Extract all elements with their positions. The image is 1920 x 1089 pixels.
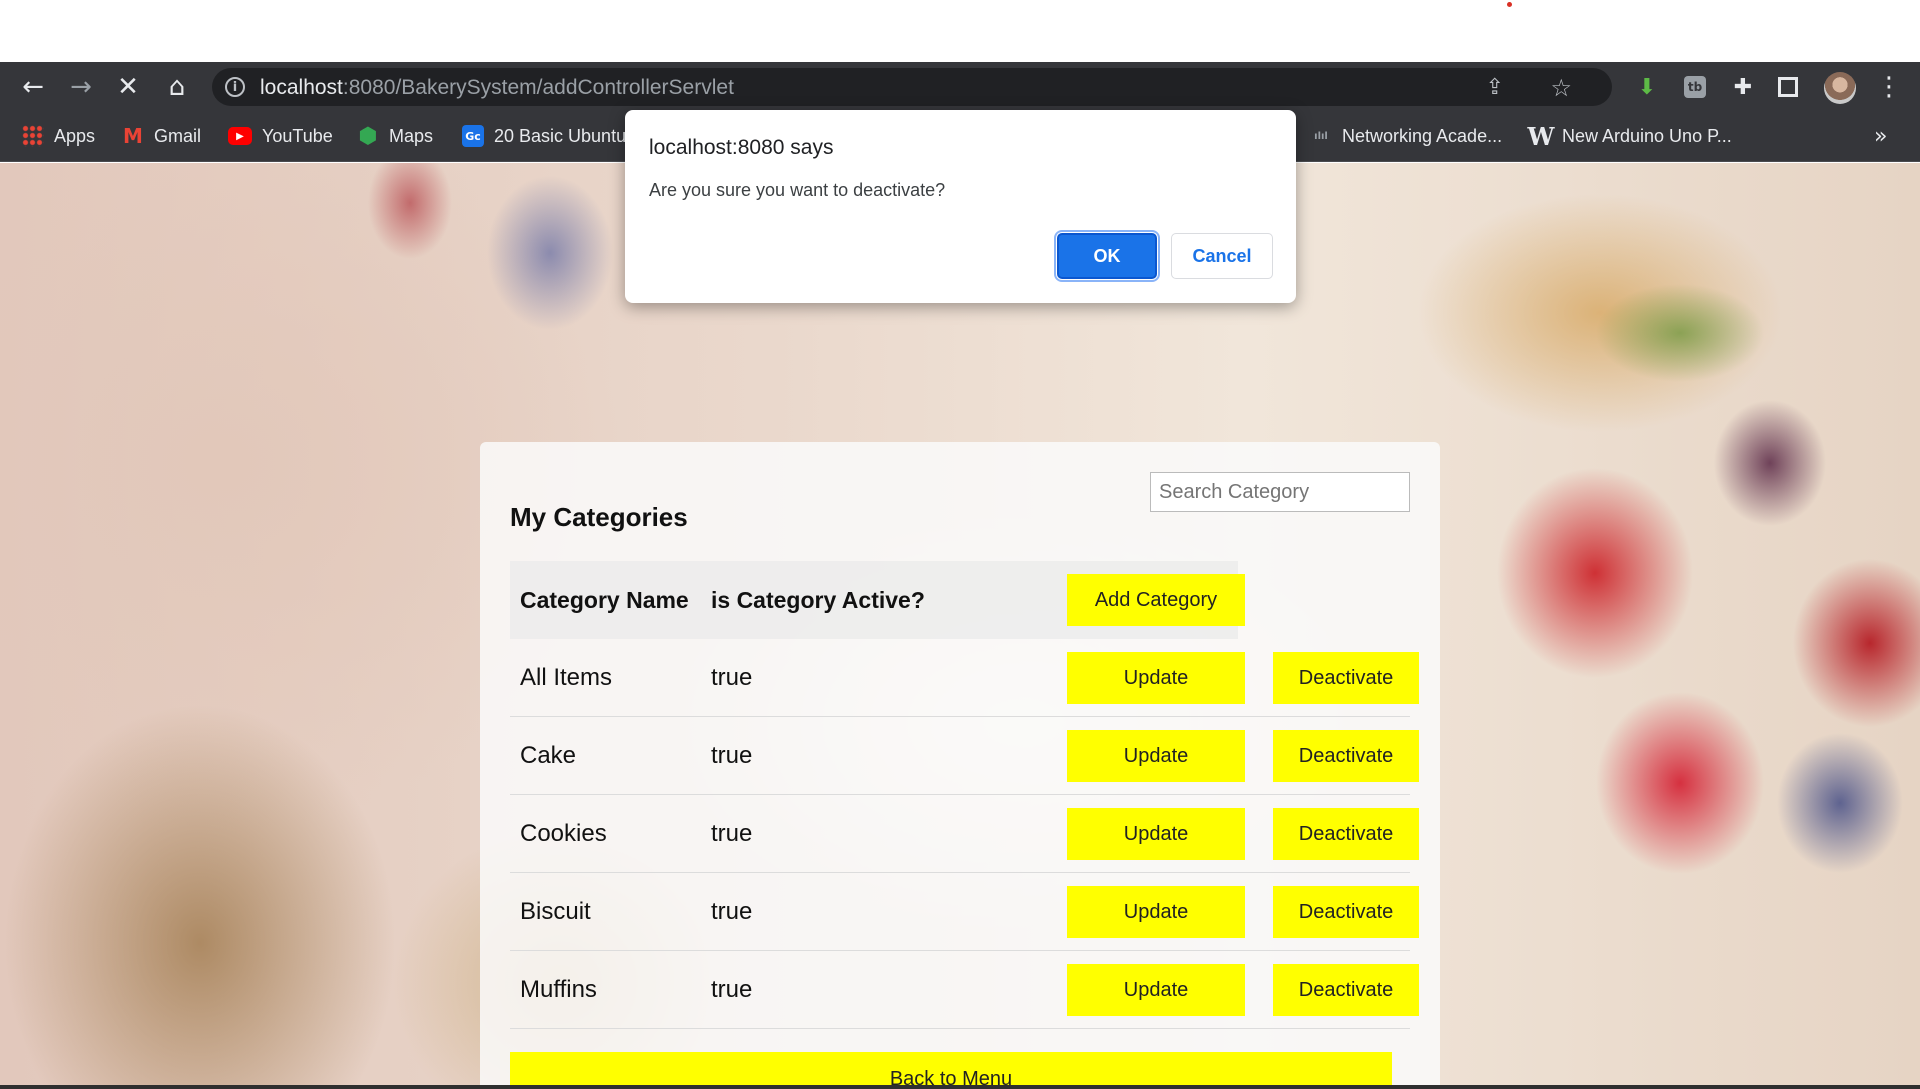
taskbar-edge	[0, 1085, 1920, 1089]
add-category-button[interactable]: Add Category	[1067, 574, 1245, 626]
cisco-icon: ılıl	[1314, 130, 1328, 142]
update-button[interactable]: Update	[1067, 652, 1245, 704]
category-active: true	[711, 742, 753, 769]
table-row: Cake true Update Deactivate	[510, 717, 1419, 795]
extensions-puzzle-icon[interactable]: ✚	[1730, 74, 1756, 100]
dialog-ok-button[interactable]: OK	[1054, 230, 1160, 282]
recording-dot	[1507, 2, 1512, 7]
confirm-dialog: localhost:8080 says Are you sure you wan…	[625, 110, 1296, 303]
table-header: Category Name is Category Active? Add Ca…	[510, 561, 1245, 639]
deactivate-button[interactable]: Deactivate	[1273, 730, 1419, 782]
category-name: Cookies	[520, 820, 607, 847]
more-bookmarks-chevron-icon[interactable]: »	[1874, 124, 1887, 149]
column-header-is-active: is Category Active?	[711, 586, 925, 613]
bookmark-youtube[interactable]: ▶ YouTube	[228, 122, 333, 150]
apps-grid-icon	[22, 125, 44, 147]
category-active: true	[711, 898, 753, 925]
page-title: My Categories	[510, 502, 688, 532]
column-header-category-name: Category Name	[520, 586, 689, 613]
url-text[interactable]: localhost:8080/BakerySystem/addControlle…	[260, 76, 734, 100]
home-icon[interactable]: ⌂	[162, 72, 192, 102]
gmail-icon: M	[123, 124, 143, 148]
bookmark-networking-academy[interactable]: ılıl Networking Acade...	[1310, 122, 1502, 150]
maps-icon: ⬢	[358, 123, 378, 149]
forward-arrow-icon[interactable]: →	[66, 72, 96, 102]
bookmark-ubuntu[interactable]: Gc 20 Basic Ubuntu	[462, 122, 626, 150]
deactivate-button[interactable]: Deactivate	[1273, 652, 1419, 704]
category-active: true	[711, 664, 753, 691]
category-name: All Items	[520, 664, 613, 691]
update-button[interactable]: Update	[1067, 808, 1245, 860]
bookmark-apps[interactable]: Apps	[22, 122, 95, 150]
arduino-w-icon: W	[1527, 121, 1555, 151]
table-row: Cookies true Update Deactivate	[510, 795, 1419, 873]
category-name: Biscuit	[520, 898, 591, 925]
table-row: Biscuit true Update Deactivate	[510, 873, 1419, 951]
side-panel-icon[interactable]	[1778, 77, 1798, 97]
category-name: Cake	[520, 742, 577, 769]
share-icon[interactable]: ⇪	[1486, 75, 1504, 100]
youtube-icon: ▶	[228, 127, 252, 145]
bookmark-maps[interactable]: ⬢ Maps	[357, 122, 433, 150]
browser-toolbar: ← → ✕ ⌂ i localhost:8080/BakerySystem/ad…	[0, 62, 1920, 112]
bookmark-arduino[interactable]: W New Arduino Uno P...	[1527, 121, 1732, 151]
category-active: true	[711, 976, 753, 1003]
stop-loading-icon[interactable]: ✕	[113, 72, 143, 102]
bookmark-gmail[interactable]: M Gmail	[122, 122, 201, 150]
dialog-title: localhost:8080 says	[649, 136, 834, 159]
table-row: Muffins true Update Deactivate	[510, 951, 1419, 1029]
search-category-input[interactable]	[1150, 472, 1410, 512]
deactivate-button[interactable]: Deactivate	[1273, 886, 1419, 938]
table-row: All Items true Update Deactivate	[510, 639, 1419, 717]
site-info-icon[interactable]: i	[225, 77, 245, 97]
update-button[interactable]: Update	[1067, 886, 1245, 938]
back-to-menu-button[interactable]: Back to Menu	[510, 1052, 1392, 1089]
tb-extension-icon[interactable]: tb	[1684, 76, 1706, 98]
download-extension-icon[interactable]: ⬇	[1634, 74, 1660, 100]
deactivate-button[interactable]: Deactivate	[1273, 964, 1419, 1016]
back-arrow-icon[interactable]: ←	[18, 72, 48, 102]
categories-panel: My Categories Category Name is Category …	[480, 442, 1440, 1089]
ubuntu-bookmark-icon: Gc	[462, 125, 484, 147]
category-active: true	[711, 820, 753, 847]
profile-avatar[interactable]	[1824, 72, 1856, 104]
deactivate-button[interactable]: Deactivate	[1273, 808, 1419, 860]
browser-menu-icon[interactable]: ⋮	[1874, 72, 1904, 102]
bookmark-star-icon[interactable]: ☆	[1550, 74, 1572, 102]
update-button[interactable]: Update	[1067, 730, 1245, 782]
category-name: Muffins	[520, 976, 597, 1003]
address-bar[interactable]: i localhost:8080/BakerySystem/addControl…	[212, 68, 1612, 106]
title-bar-area	[0, 0, 1920, 62]
dialog-message: Are you sure you want to deactivate?	[649, 180, 946, 200]
dialog-cancel-button[interactable]: Cancel	[1171, 233, 1273, 279]
update-button[interactable]: Update	[1067, 964, 1245, 1016]
